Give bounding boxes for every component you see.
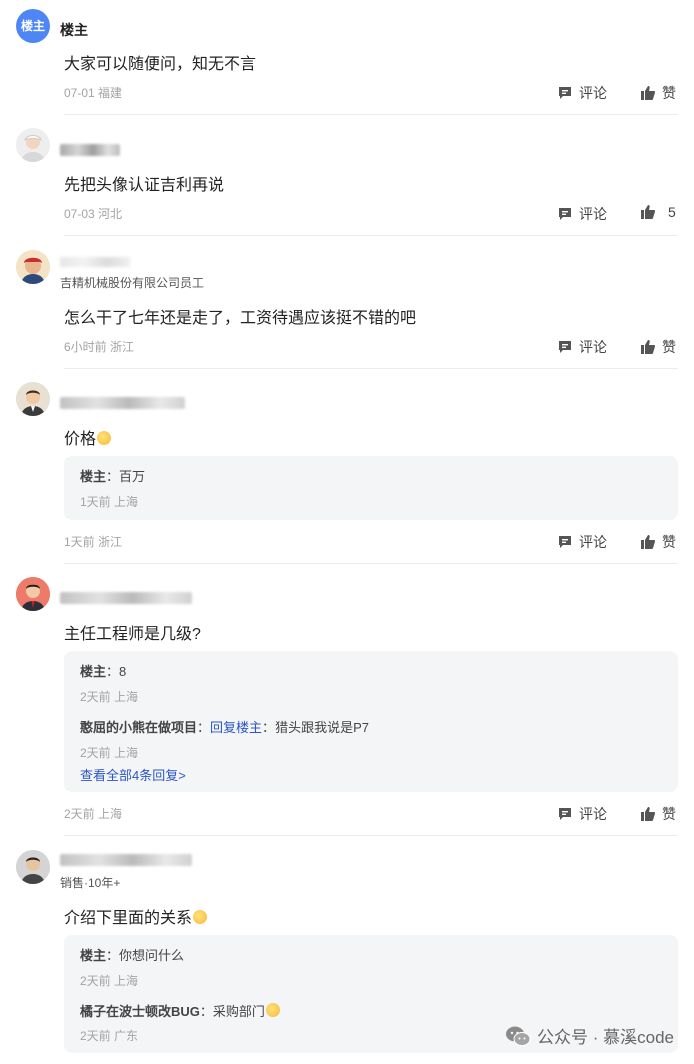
emoji-icon	[97, 431, 112, 445]
like-button[interactable]: 赞	[640, 804, 676, 824]
reply-author[interactable]: 橘子在波士顿改BUG	[80, 1004, 200, 1019]
thumbs-up-icon	[641, 86, 656, 100]
blurred-username	[60, 592, 192, 604]
like-label: 赞	[662, 339, 676, 355]
commenter-subtitle: 销售·10年+	[60, 876, 121, 890]
wechat-icon	[506, 1026, 531, 1046]
avatar-illustration	[16, 382, 50, 416]
like-label: 赞	[662, 534, 676, 550]
avatar-illustration	[16, 577, 50, 611]
blurred-username	[60, 257, 130, 267]
like-button[interactable]: 5	[640, 204, 676, 220]
thumbs-up-icon	[641, 205, 656, 219]
like-label: 赞	[662, 806, 676, 822]
reply-meta: 2天前 上海	[80, 746, 139, 760]
blurred-username	[60, 854, 192, 866]
floor-owner-avatar[interactable]: 楼主	[16, 9, 50, 43]
reply-line[interactable]: 楼主：8	[80, 661, 126, 680]
thumbs-up-icon	[641, 340, 656, 354]
user-avatar[interactable]	[16, 382, 50, 416]
comment-button[interactable]: 评论	[557, 337, 607, 357]
reply-content: 猎头跟我说是P7	[275, 720, 369, 735]
comment-label: 评论	[579, 534, 607, 550]
user-avatar[interactable]	[16, 128, 50, 162]
comment-label: 评论	[579, 339, 607, 355]
comment-text: 先把头像认证吉利再说	[64, 177, 225, 194]
avatar-illustration	[16, 250, 50, 284]
emoji-icon	[193, 910, 208, 924]
blurred-username	[60, 144, 120, 156]
comment-label: 评论	[579, 806, 607, 822]
comment-label: 评论	[579, 85, 607, 101]
commenter-name[interactable]: 楼主	[60, 20, 88, 40]
watermark: 公众号 · 慕溪code	[505, 1023, 674, 1048]
blurred-username	[60, 397, 185, 409]
reply-line[interactable]: 楼主：你想问什么	[80, 945, 184, 964]
divider	[64, 235, 678, 236]
divider	[64, 835, 678, 836]
reply-meta: 2天前 上海	[80, 690, 139, 704]
like-label: 赞	[662, 85, 676, 101]
comment-button[interactable]: 评论	[557, 804, 607, 824]
reply-to-link[interactable]: 回复楼主	[210, 720, 262, 735]
divider	[64, 368, 678, 369]
divider	[64, 563, 678, 564]
like-button[interactable]: 赞	[640, 83, 676, 103]
reply-line[interactable]: 楼主：百万	[80, 466, 145, 485]
reply-line[interactable]: 橘子在波士顿改BUG：采购部门	[80, 1001, 280, 1020]
comment-text: 介绍下里面的关系	[64, 904, 208, 928]
comment-text: 价格	[64, 425, 112, 449]
like-button[interactable]: 赞	[640, 532, 676, 552]
user-avatar[interactable]	[16, 577, 50, 611]
watermark-text: 公众号 · 慕溪code	[537, 1028, 674, 1047]
comment-icon	[559, 808, 571, 820]
like-count: 5	[668, 204, 676, 220]
comment-meta: 2天前 上海	[64, 807, 123, 821]
comment-button[interactable]: 评论	[557, 83, 607, 103]
divider	[64, 114, 678, 115]
commenter-subtitle: 吉精机械股份有限公司员工	[60, 276, 205, 290]
thumbs-up-icon	[641, 807, 656, 821]
comment-meta: 6小时前 浙江	[64, 340, 135, 354]
reply-meta: 1天前 上海	[80, 495, 139, 509]
user-avatar[interactable]	[16, 850, 50, 884]
avatar-illustration	[16, 128, 50, 162]
comment-button[interactable]: 评论	[557, 204, 607, 224]
comment-icon	[559, 341, 571, 353]
reply-author[interactable]: 楼主	[80, 948, 106, 963]
emoji-icon	[265, 1003, 280, 1017]
thumbs-up-icon	[641, 535, 656, 549]
comment-meta: 07-03 河北	[64, 207, 123, 221]
avatar-illustration	[16, 850, 50, 884]
view-all-replies-link[interactable]: 查看全部4条回复>	[80, 765, 186, 784]
reply-content: 8	[119, 664, 127, 679]
reply-content: 你想问什么	[119, 948, 185, 963]
reply-author[interactable]: 楼主	[80, 664, 106, 679]
comment-label: 评论	[579, 206, 607, 222]
reply-author[interactable]: 憨屈的小熊在做项目	[80, 720, 197, 735]
comment-text: 怎么干了七年还是走了，工资待遇应该挺不错的吧	[64, 310, 417, 327]
like-button[interactable]: 赞	[640, 337, 676, 357]
comment-button[interactable]: 评论	[557, 532, 607, 552]
comment-icon	[559, 208, 571, 220]
comment-icon	[559, 536, 571, 548]
reply-box: 楼主：8 2天前 上海 憨屈的小熊在做项目：回复楼主：猎头跟我说是P7 2天前 …	[64, 651, 678, 792]
comment-meta: 1天前 浙江	[64, 535, 123, 549]
comment-meta: 07-01 福建	[64, 86, 123, 100]
comment-text: 大家可以随便问，知无不言	[64, 56, 257, 73]
reply-content: 采购部门	[212, 1004, 265, 1019]
reply-content: 百万	[119, 469, 146, 484]
reply-box: 楼主：百万 1天前 上海	[64, 456, 678, 520]
comment-icon	[559, 87, 571, 99]
user-avatar[interactable]	[16, 250, 50, 284]
reply-meta: 2天前 上海	[80, 974, 139, 988]
reply-line[interactable]: 憨屈的小熊在做项目：回复楼主：猎头跟我说是P7	[80, 717, 369, 736]
reply-meta: 2天前 广东	[80, 1029, 139, 1043]
reply-author[interactable]: 楼主	[80, 469, 106, 484]
comment-text: 主任工程师是几级?	[64, 626, 201, 643]
